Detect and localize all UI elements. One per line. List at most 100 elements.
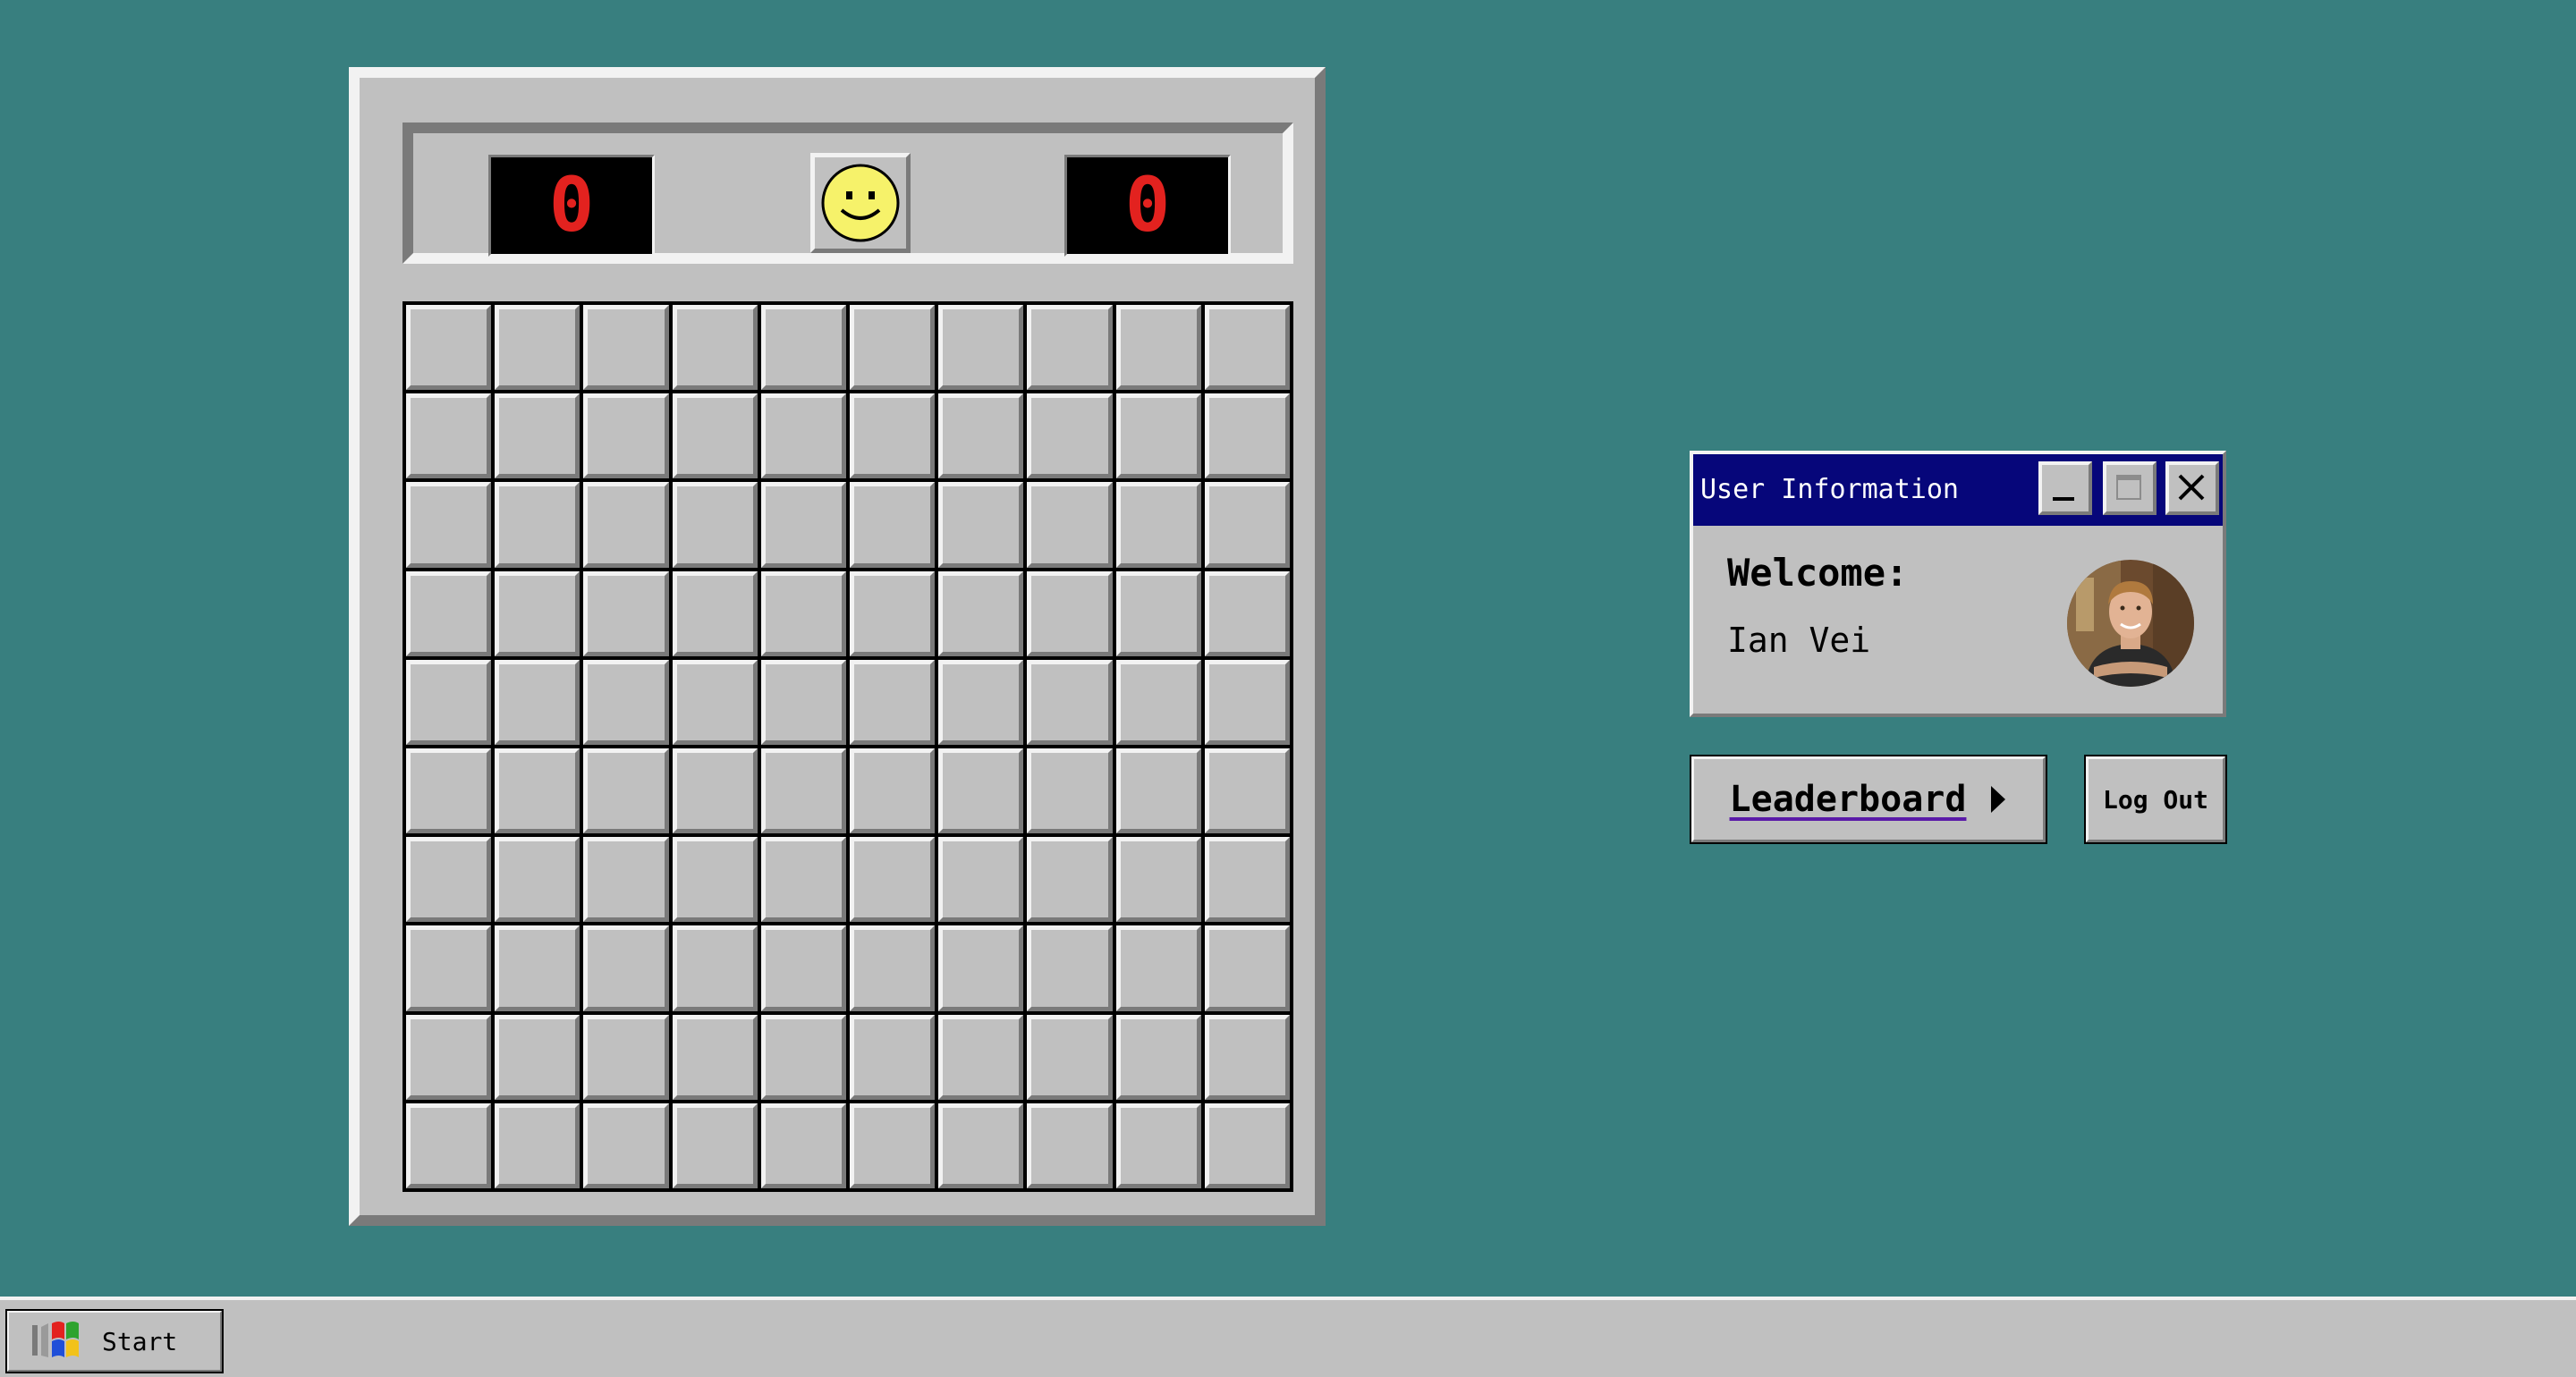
mine-cell[interactable] bbox=[672, 305, 758, 391]
close-button[interactable] bbox=[2165, 461, 2219, 515]
mine-cell[interactable] bbox=[1204, 837, 1290, 923]
mine-cell[interactable] bbox=[849, 837, 936, 923]
mine-cell[interactable] bbox=[849, 305, 936, 391]
mine-cell[interactable] bbox=[672, 1014, 758, 1100]
mine-cell[interactable] bbox=[1027, 925, 1113, 1011]
mine-cell[interactable] bbox=[672, 925, 758, 1011]
mine-cell[interactable] bbox=[1204, 925, 1290, 1011]
mine-cell[interactable] bbox=[583, 570, 669, 656]
mine-cell[interactable] bbox=[938, 482, 1024, 568]
mine-cell[interactable] bbox=[583, 482, 669, 568]
mine-cell[interactable] bbox=[1027, 570, 1113, 656]
mine-cell[interactable] bbox=[583, 393, 669, 479]
mine-cell[interactable] bbox=[1115, 570, 1201, 656]
mine-cell[interactable] bbox=[495, 659, 580, 745]
mine-cell[interactable] bbox=[495, 570, 580, 656]
mine-cell[interactable] bbox=[938, 1014, 1024, 1100]
mine-cell[interactable] bbox=[495, 837, 580, 923]
mine-cell[interactable] bbox=[495, 748, 580, 834]
mine-cell[interactable] bbox=[938, 1102, 1024, 1188]
mine-cell[interactable] bbox=[1204, 1014, 1290, 1100]
mine-cell[interactable] bbox=[760, 482, 846, 568]
mine-cell[interactable] bbox=[760, 659, 846, 745]
mine-cell[interactable] bbox=[1115, 1102, 1201, 1188]
mine-cell[interactable] bbox=[406, 393, 492, 479]
mine-cell[interactable] bbox=[938, 570, 1024, 656]
mine-cell[interactable] bbox=[583, 1014, 669, 1100]
mine-cell[interactable] bbox=[495, 1014, 580, 1100]
mine-cell[interactable] bbox=[1204, 305, 1290, 391]
mine-cell[interactable] bbox=[849, 748, 936, 834]
mine-cell[interactable] bbox=[406, 305, 492, 391]
mine-cell[interactable] bbox=[849, 482, 936, 568]
mine-cell[interactable] bbox=[406, 659, 492, 745]
mine-cell[interactable] bbox=[938, 748, 1024, 834]
mine-cell[interactable] bbox=[760, 393, 846, 479]
mine-cell[interactable] bbox=[495, 1102, 580, 1188]
mine-cell[interactable] bbox=[672, 570, 758, 656]
mine-cell[interactable] bbox=[1115, 659, 1201, 745]
mine-cell[interactable] bbox=[672, 659, 758, 745]
mine-cell[interactable] bbox=[406, 925, 492, 1011]
mine-cell[interactable] bbox=[583, 837, 669, 923]
mine-cell[interactable] bbox=[760, 837, 846, 923]
mine-cell[interactable] bbox=[849, 570, 936, 656]
mine-cell[interactable] bbox=[1027, 393, 1113, 479]
mine-cell[interactable] bbox=[1204, 570, 1290, 656]
mine-cell[interactable] bbox=[1027, 837, 1113, 923]
mine-cell[interactable] bbox=[1027, 1102, 1113, 1188]
mine-cell[interactable] bbox=[1027, 748, 1113, 834]
mine-cell[interactable] bbox=[760, 748, 846, 834]
mine-cell[interactable] bbox=[495, 925, 580, 1011]
mine-cell[interactable] bbox=[938, 393, 1024, 479]
mine-cell[interactable] bbox=[1027, 482, 1113, 568]
mine-cell[interactable] bbox=[672, 393, 758, 479]
mine-cell[interactable] bbox=[1027, 305, 1113, 391]
mine-cell[interactable] bbox=[1204, 482, 1290, 568]
mine-cell[interactable] bbox=[406, 748, 492, 834]
mine-cell[interactable] bbox=[672, 482, 758, 568]
mine-cell[interactable] bbox=[1204, 1102, 1290, 1188]
mine-cell[interactable] bbox=[495, 393, 580, 479]
mine-cell[interactable] bbox=[1204, 659, 1290, 745]
title-bar[interactable]: User Information bbox=[1693, 454, 2223, 526]
mine-cell[interactable] bbox=[849, 659, 936, 745]
mine-cell[interactable] bbox=[495, 482, 580, 568]
mine-cell[interactable] bbox=[938, 305, 1024, 391]
mine-cell[interactable] bbox=[1115, 393, 1201, 479]
mine-cell[interactable] bbox=[1115, 748, 1201, 834]
mine-cell[interactable] bbox=[760, 1102, 846, 1188]
mine-cell[interactable] bbox=[849, 925, 936, 1011]
mine-cell[interactable] bbox=[406, 1014, 492, 1100]
mine-cell[interactable] bbox=[849, 1102, 936, 1188]
mine-cell[interactable] bbox=[760, 1014, 846, 1100]
mine-cell[interactable] bbox=[1115, 837, 1201, 923]
mine-cell[interactable] bbox=[583, 1102, 669, 1188]
mine-cell[interactable] bbox=[760, 570, 846, 656]
mine-cell[interactable] bbox=[406, 837, 492, 923]
mine-cell[interactable] bbox=[1115, 925, 1201, 1011]
mine-cell[interactable] bbox=[1115, 305, 1201, 391]
start-button[interactable]: Start bbox=[5, 1309, 224, 1373]
mine-cell[interactable] bbox=[583, 659, 669, 745]
mine-cell[interactable] bbox=[938, 837, 1024, 923]
maximize-button[interactable] bbox=[2103, 461, 2157, 515]
mine-cell[interactable] bbox=[760, 925, 846, 1011]
mine-cell[interactable] bbox=[760, 305, 846, 391]
mine-cell[interactable] bbox=[938, 659, 1024, 745]
mine-cell[interactable] bbox=[672, 837, 758, 923]
reset-face-button[interactable] bbox=[810, 153, 911, 253]
leaderboard-button[interactable]: Leaderboard bbox=[1690, 755, 2047, 844]
mine-cell[interactable] bbox=[938, 925, 1024, 1011]
mine-cell[interactable] bbox=[1204, 393, 1290, 479]
mine-cell[interactable] bbox=[495, 305, 580, 391]
mine-cell[interactable] bbox=[1204, 748, 1290, 834]
mine-cell[interactable] bbox=[1115, 1014, 1201, 1100]
mine-cell[interactable] bbox=[406, 1102, 492, 1188]
mine-cell[interactable] bbox=[583, 925, 669, 1011]
mine-cell[interactable] bbox=[583, 748, 669, 834]
logout-button[interactable]: Log Out bbox=[2084, 755, 2227, 844]
mine-cell[interactable] bbox=[849, 1014, 936, 1100]
minimize-button[interactable] bbox=[2038, 461, 2092, 515]
mine-cell[interactable] bbox=[583, 305, 669, 391]
